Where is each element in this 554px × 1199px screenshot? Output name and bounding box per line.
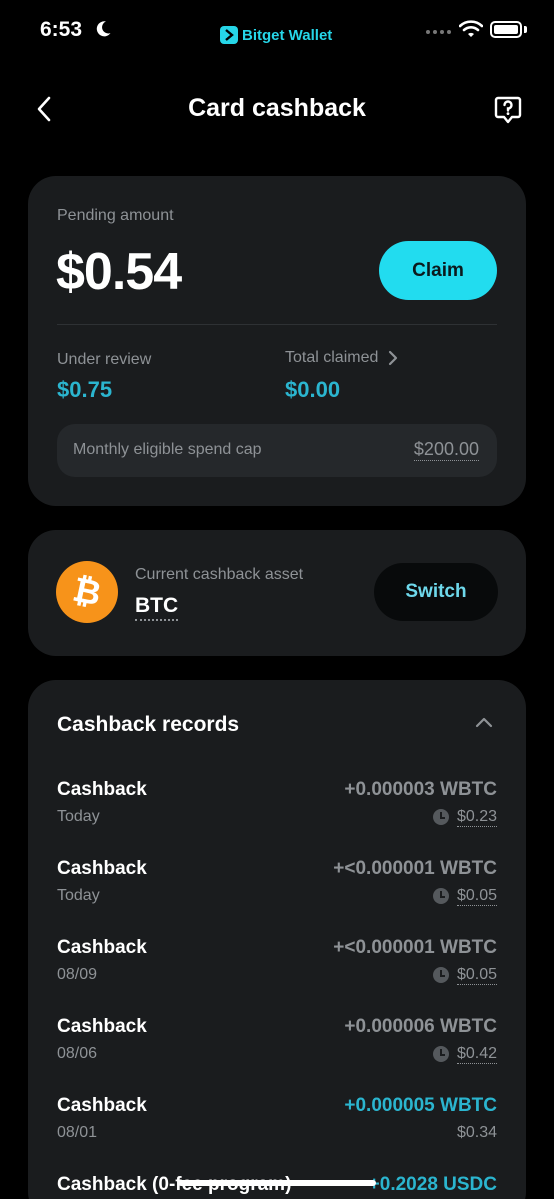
record-row[interactable]: Cashback 08/06 +0.000006 WBTC $0.42	[57, 1016, 497, 1076]
record-amount: +0.000005 WBTC	[344, 1095, 497, 1116]
records-title: Cashback records	[57, 713, 240, 736]
status-time: 6:53	[40, 18, 83, 41]
asset-value[interactable]: BTC	[135, 593, 179, 621]
status-bar: 6:53 Bitget Wallet	[0, 0, 554, 62]
clock-icon	[432, 967, 449, 983]
record-usd: $0.42	[456, 1045, 497, 1064]
record-row[interactable]: Cashback 08/01 +0.000005 WBTC $0.34	[57, 1095, 497, 1155]
total-claimed-link[interactable]: Total claimed	[285, 349, 398, 367]
moon-icon	[96, 21, 111, 37]
help-button[interactable]	[494, 95, 522, 125]
record-amount: +0.000006 WBTC	[344, 1016, 497, 1037]
record-date: 08/06	[57, 1045, 98, 1062]
record-row[interactable]: Cashback Today +<0.000001 WBTC $0.05	[57, 858, 497, 918]
bitcoin-icon: ₿	[56, 561, 118, 623]
under-review-value: $0.75	[57, 377, 113, 402]
record-amount: +<0.000001 WBTC	[333, 937, 497, 958]
record-amount: +0.000003 WBTC	[344, 779, 497, 800]
record-usd: $0.05	[456, 887, 497, 906]
cellular-signal-icon	[426, 30, 451, 34]
records-card: Cashback records Cashback Today +0.00000…	[28, 680, 526, 1199]
under-review-label: Under review	[57, 351, 152, 368]
spend-cap-label: Monthly eligible spend cap	[73, 441, 262, 458]
chevron-up-icon[interactable]	[475, 716, 493, 728]
clock-icon	[432, 809, 449, 825]
record-title: Cashback	[57, 1016, 147, 1037]
pending-card: Pending amount $0.54 Claim Under review …	[28, 176, 526, 506]
record-title: Cashback	[57, 779, 147, 800]
battery-tip	[524, 26, 527, 33]
spend-cap-value[interactable]: $200.00	[413, 439, 479, 461]
switch-button[interactable]: Switch	[374, 563, 498, 621]
record-row[interactable]: Cashback Today +0.000003 WBTC $0.23	[57, 779, 497, 839]
battery-icon	[490, 21, 522, 38]
cashback-asset-card: ₿ Current cashback asset BTC Switch	[28, 530, 526, 656]
chevron-right-icon	[389, 350, 398, 366]
pending-label: Pending amount	[57, 207, 174, 224]
total-claimed-label: Total claimed	[285, 349, 379, 366]
record-date: Today	[57, 887, 100, 904]
clock-icon	[432, 1046, 449, 1062]
wifi-icon	[459, 20, 483, 37]
brand: Bitget Wallet	[220, 26, 332, 44]
page-title: Card cashback	[188, 94, 366, 122]
claim-button[interactable]: Claim	[379, 241, 497, 300]
home-indicator[interactable]	[178, 1180, 376, 1186]
clock-icon	[432, 888, 449, 904]
bitget-logo-icon	[220, 26, 238, 44]
record-amount: +<0.000001 WBTC	[333, 858, 497, 879]
spend-cap-box: Monthly eligible spend cap $200.00	[57, 424, 497, 477]
record-usd: $0.23	[456, 808, 497, 827]
record-title: Cashback	[57, 858, 147, 879]
total-claimed-value: $0.00	[285, 377, 341, 402]
asset-label: Current cashback asset	[135, 566, 304, 583]
record-date: Today	[57, 808, 100, 825]
record-amount: +0.2028 USDC	[368, 1174, 497, 1195]
record-row[interactable]: Cashback (0-fee program) +0.2028 USDC	[57, 1174, 497, 1199]
record-title: Cashback	[57, 1095, 147, 1116]
record-title: Cashback	[57, 937, 147, 958]
record-usd: $0.05	[456, 966, 497, 985]
record-date: 08/09	[57, 966, 98, 983]
brand-name: Bitget Wallet	[242, 26, 333, 44]
pending-amount: $0.54	[56, 243, 182, 301]
divider	[57, 324, 497, 325]
record-row[interactable]: Cashback 08/09 +<0.000001 WBTC $0.05	[57, 937, 497, 997]
record-usd: $0.34	[456, 1124, 497, 1141]
record-date: 08/01	[57, 1124, 98, 1141]
